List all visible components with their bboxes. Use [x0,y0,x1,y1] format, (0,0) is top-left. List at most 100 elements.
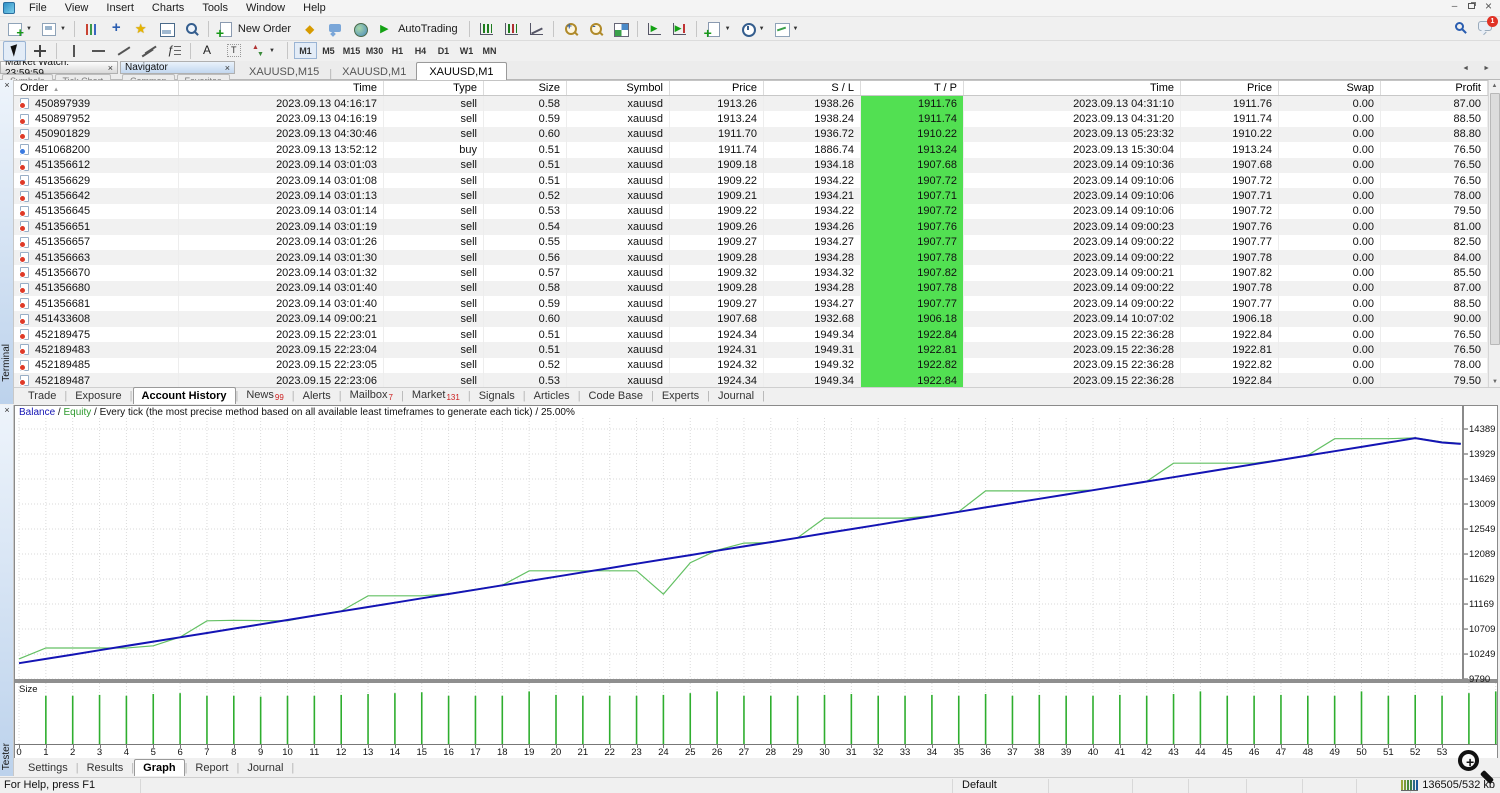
column-header-time-1[interactable]: Time [179,81,384,95]
terminal-tab-trade[interactable]: Trade [20,388,64,404]
notifications-icon[interactable]: 1 [1478,21,1492,31]
terminal-tab-news[interactable]: News99 [238,387,291,404]
community-button[interactable] [349,19,372,39]
search-icon[interactable] [1455,22,1464,31]
status-profile[interactable]: Default [962,779,997,791]
terminal-tab-account-history[interactable]: Account History [133,387,236,404]
column-header-order-0[interactable]: Order [14,81,179,95]
new-chart-button[interactable]: ▼ [3,19,35,39]
candlestick-chart-button[interactable] [500,19,523,39]
terminal-tab-articles[interactable]: Articles [526,388,578,404]
table-row[interactable]: 4521894752023.09.15 22:23:01sell0.51xauu… [14,327,1488,342]
templates-button[interactable]: ▼ [770,19,802,39]
terminal-tab-market[interactable]: Market131 [404,387,468,404]
terminal-tab-code-base[interactable]: Code Base [581,388,651,404]
table-row[interactable]: 4513566122023.09.14 03:01:03sell0.51xauu… [14,158,1488,173]
terminal-tab-experts[interactable]: Experts [654,388,707,404]
tester-close-icon[interactable] [0,405,14,418]
text-button[interactable] [196,41,219,61]
table-row[interactable]: 4513566512023.09.14 03:01:19sell0.54xauu… [14,219,1488,234]
column-header-profit-11[interactable]: Profit [1381,81,1488,95]
table-row[interactable]: 4510682002023.09.13 13:52:12buy0.51xauus… [14,142,1488,157]
menu-item-help[interactable]: Help [294,1,335,15]
new-order-button[interactable]: New Order [214,19,297,39]
terminal-tab-alerts[interactable]: Alerts [295,388,339,404]
terminal-tab-journal[interactable]: Journal [710,388,762,404]
minimize-button[interactable] [1446,0,1463,14]
terminal-button[interactable] [155,19,178,39]
crosshair-button[interactable] [28,41,51,61]
auto-scroll-button[interactable] [643,19,666,39]
terminal-tab-signals[interactable]: Signals [471,388,523,404]
timeframe-m1[interactable]: M1 [294,42,317,59]
timeframe-h1[interactable]: H1 [386,42,409,59]
timeframe-d1[interactable]: D1 [432,42,455,59]
metaeditor-button[interactable] [299,19,322,39]
table-row[interactable]: 4508979522023.09.13 04:16:19sell0.59xauu… [14,111,1488,126]
tester-tab-graph[interactable]: Graph [134,759,184,776]
table-row[interactable]: 4509018292023.09.13 04:30:46sell0.60xauu… [14,127,1488,142]
profiles-button[interactable]: ▼ [37,19,69,39]
chart-tab-xauusd-m1-2[interactable]: XAUUSD,M1 [416,62,506,81]
table-row[interactable]: 4513566292023.09.14 03:01:08sell0.51xauu… [14,173,1488,188]
arrows-button[interactable]: ▼ [246,41,278,61]
equidistant-channel-button[interactable] [137,41,160,61]
navigator-titlebar[interactable]: Navigator × [120,61,235,74]
menu-item-window[interactable]: Window [237,1,294,15]
table-row[interactable]: 4521894832023.09.15 22:23:04sell0.51xauu… [14,342,1488,357]
strategy-tester-button[interactable] [180,19,203,39]
column-header-size-3[interactable]: Size [484,81,567,95]
market-watch-button[interactable] [80,19,103,39]
column-header-symbol-4[interactable]: Symbol [567,81,670,95]
timeframe-m5[interactable]: M5 [317,42,340,59]
tester-tab-settings[interactable]: Settings [20,760,76,776]
navigator-button[interactable] [130,19,153,39]
line-chart-button[interactable] [525,19,548,39]
column-header-price-5[interactable]: Price [670,81,764,95]
table-row[interactable]: 4513566572023.09.14 03:01:26sell0.55xauu… [14,235,1488,250]
menu-item-file[interactable]: File [20,1,56,15]
table-row[interactable]: 4513566802023.09.14 03:01:40sell0.58xauu… [14,281,1488,296]
periods-button[interactable]: ▼ [736,19,768,39]
tester-tab-report[interactable]: Report [187,760,236,776]
column-header-time-8[interactable]: Time [964,81,1181,95]
chart-tab-xauusd-m1-1[interactable]: XAUUSD,M1 [332,64,416,80]
column-header-swap-10[interactable]: Swap [1279,81,1381,95]
tester-tab-journal[interactable]: Journal [239,760,291,776]
vertical-line-button[interactable] [62,41,85,61]
scroll-up-icon[interactable] [1489,80,1500,92]
close-button[interactable] [1480,0,1497,14]
table-row[interactable]: 4513566702023.09.14 03:01:32sell0.57xauu… [14,265,1488,280]
timeframe-m15[interactable]: M15 [340,42,363,59]
timeframe-mn[interactable]: MN [478,42,501,59]
column-header-s-l-6[interactable]: S / L [764,81,861,95]
tile-windows-button[interactable] [609,19,632,39]
zoom-out-button[interactable] [584,19,607,39]
table-scrollbar[interactable] [1488,80,1500,388]
table-row[interactable]: 4513566812023.09.14 03:01:40sell0.59xauu… [14,296,1488,311]
scroll-thumb[interactable] [1490,93,1500,345]
timeframe-h4[interactable]: H4 [409,42,432,59]
zoom-in-button[interactable] [559,19,582,39]
table-row[interactable]: 4521894852023.09.15 22:23:05sell0.52xauu… [14,358,1488,373]
table-row[interactable]: 4513566452023.09.14 03:01:14sell0.53xauu… [14,204,1488,219]
tab-scroll-left-icon[interactable] [1462,65,1475,72]
table-row[interactable]: 4513566632023.09.14 03:01:30sell0.56xauu… [14,250,1488,265]
market-watch-close-icon[interactable]: × [108,63,113,73]
timeframe-m30[interactable]: M30 [363,42,386,59]
bar-chart-button[interactable] [475,19,498,39]
chart-tab-xauusd-m15-0[interactable]: XAUUSD,M15 [239,64,329,80]
text-label-button[interactable] [221,41,244,61]
column-header-t-p-7[interactable]: T / P [861,81,964,95]
table-row[interactable]: 4508979392023.09.13 04:16:17sell0.58xauu… [14,96,1488,111]
indicators-button[interactable]: ▼ [702,19,734,39]
fibonacci-button[interactable] [162,41,185,61]
column-header-price-9[interactable]: Price [1181,81,1279,95]
autotrading-button[interactable]: AutoTrading [374,19,464,39]
tester-tab-results[interactable]: Results [79,760,132,776]
chart-shift-button[interactable] [668,19,691,39]
restore-button[interactable] [1463,0,1480,14]
navigator-close-icon[interactable]: × [225,63,230,73]
terminal-tab-exposure[interactable]: Exposure [67,388,129,404]
chat-button[interactable] [324,19,347,39]
